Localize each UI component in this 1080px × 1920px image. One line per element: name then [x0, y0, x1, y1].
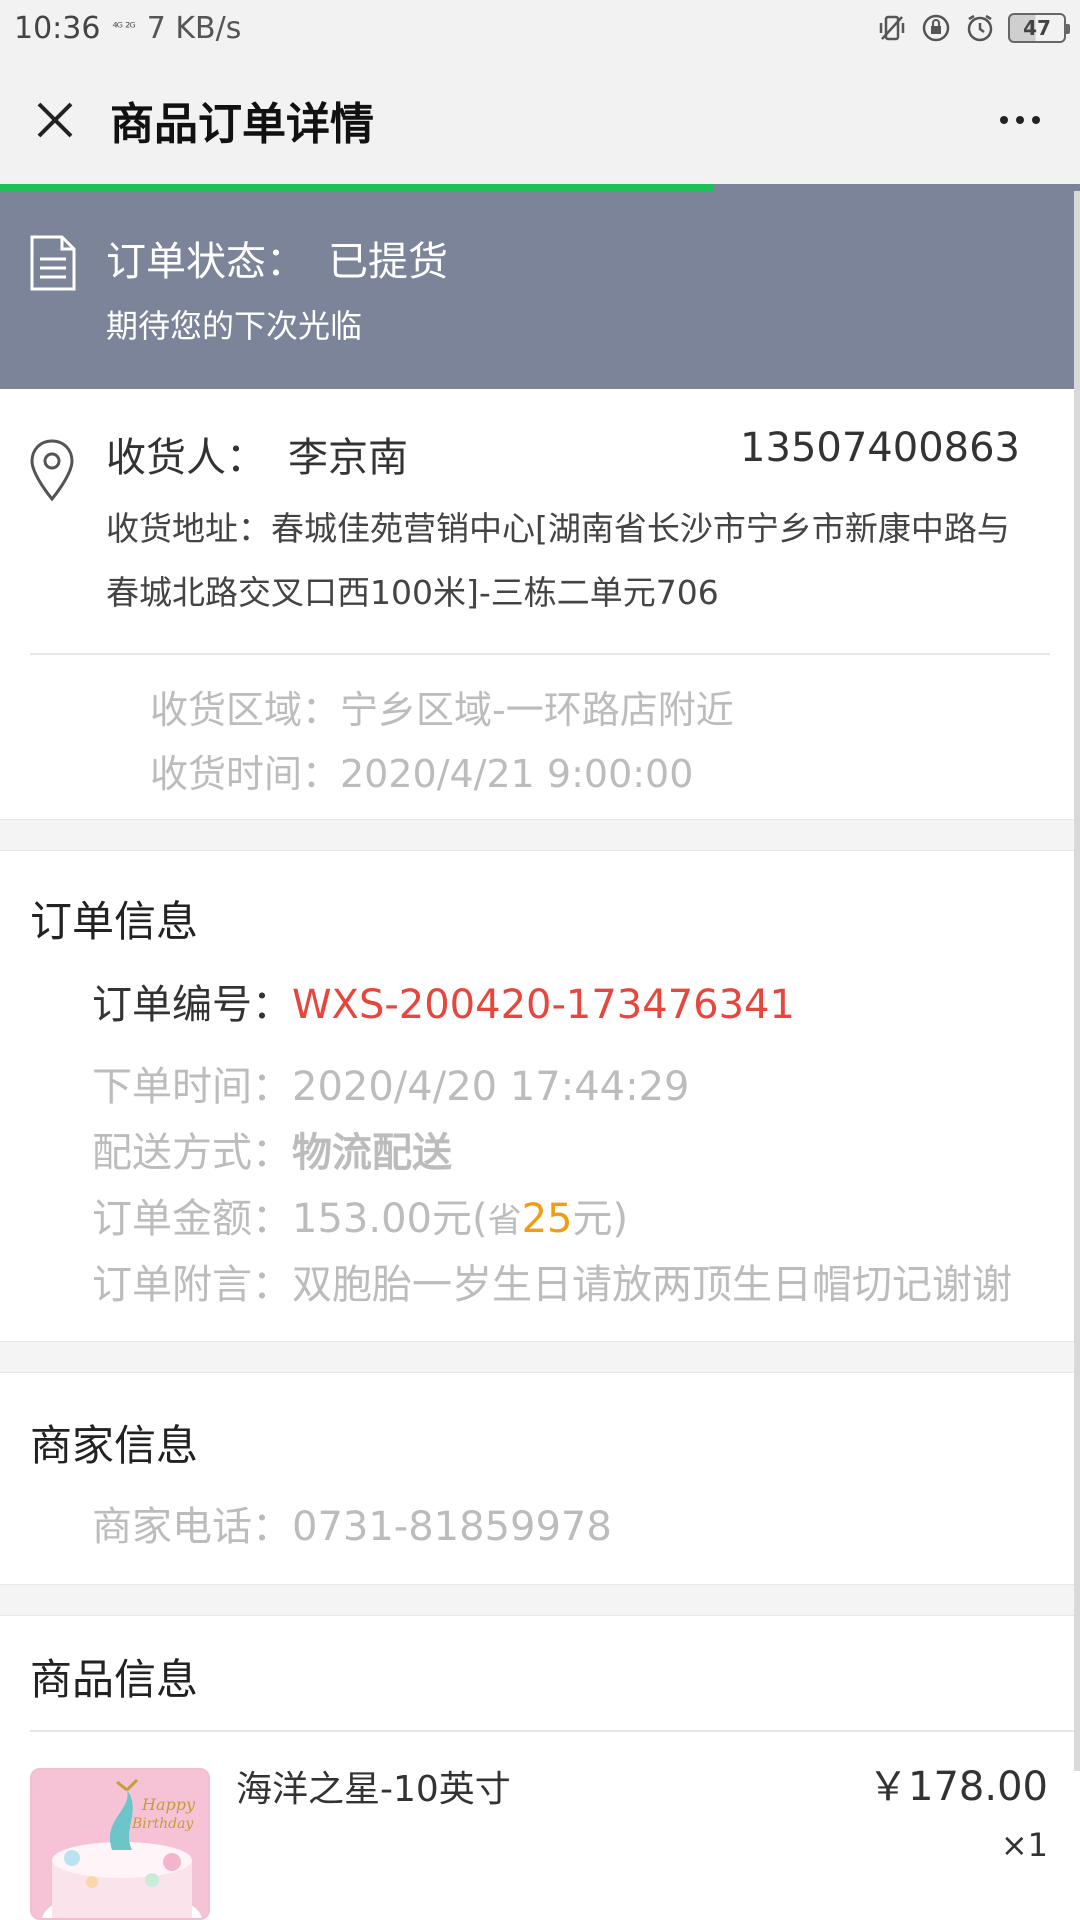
- order-amount-row: 订单金额：153.00元(省25元): [92, 1186, 628, 1244]
- title-bar: 商品订单详情: [0, 56, 1080, 184]
- order-info-title: 订单信息: [30, 897, 199, 946]
- product-name: 海洋之星-10英寸: [236, 1769, 511, 1810]
- order-time: 2020/4/20 17:44:29: [292, 1064, 690, 1110]
- clock: 10:36: [14, 10, 101, 46]
- svg-text:Happy: Happy: [141, 1795, 196, 1814]
- scrollbar[interactable]: [1074, 191, 1080, 1771]
- delivery-method-label: 配送方式：: [92, 1130, 292, 1176]
- order-status-banner: 订单状态： 已提货 期待您的下次光临: [0, 191, 1080, 389]
- receiver-address: 收货地址：春城佳苑营销中心[湖南省长沙市宁乡市新康中路与春城北路交叉口西100米…: [106, 509, 1010, 612]
- more-dot-icon: [1000, 116, 1008, 124]
- receiver-phone[interactable]: 13507400863: [740, 425, 1020, 471]
- product-info-title: 商品信息: [30, 1655, 199, 1704]
- cake-image[interactable]: Happy Birthday: [30, 1768, 210, 1920]
- section-gap: [0, 1584, 1080, 1616]
- more-dot-icon: [1032, 116, 1040, 124]
- more-dot-icon: [1016, 116, 1024, 124]
- battery-icon: 47: [1008, 13, 1070, 43]
- merchant-phone[interactable]: 0731-81859978: [292, 1504, 612, 1550]
- document-icon: [30, 235, 76, 291]
- save-suffix: 元): [572, 1196, 629, 1242]
- alarm-icon: [964, 12, 996, 44]
- receiver-label: 收货人：: [106, 435, 266, 481]
- delivery-method: 物流配送: [292, 1130, 452, 1176]
- delivery-region: 收货区域：宁乡区域-一环路店附近: [150, 688, 734, 732]
- location-pin-icon: [30, 439, 74, 502]
- signal-icon: ⁴ᴳ ²ᴳ: [112, 20, 135, 36]
- delivery-time: 收货时间：2020/4/21 9:00:00: [150, 752, 694, 796]
- network-speed: 7 KB/s: [146, 10, 242, 46]
- close-button[interactable]: [0, 56, 110, 184]
- order-note: 双胞胎一岁生日请放两顶生日帽切记谢谢: [292, 1262, 1012, 1308]
- more-options-button[interactable]: [960, 56, 1080, 184]
- save-prefix: 省: [487, 1201, 522, 1241]
- divider: [30, 1730, 1080, 1732]
- order-status-label: 订单状态：: [106, 239, 306, 285]
- merchant-phone-label: 商家电话：: [92, 1504, 292, 1550]
- page-load-progress: [0, 184, 1080, 191]
- delivery-address-section: 收货人： 李京南 13507400863 收货地址：春城佳苑营销中心[湖南省长沙市…: [0, 389, 1080, 819]
- vibrate-icon: [876, 12, 908, 44]
- page-title: 商品订单详情: [110, 99, 374, 150]
- product-price: ￥178.00: [868, 1764, 1048, 1810]
- page-load-progress-fill: [0, 184, 713, 191]
- save-amount: 25: [521, 1196, 573, 1242]
- order-amount: 153.00元(: [292, 1196, 488, 1242]
- merchant-phone-row: 商家电话：0731-81859978: [92, 1494, 612, 1552]
- merchant-info-title: 商家信息: [30, 1421, 199, 1470]
- system-status-bar: 10:36 ⁴ᴳ ²ᴳ 7 KB/s 47: [0, 0, 1080, 56]
- order-note-label: 订单附言：: [92, 1262, 292, 1308]
- order-status-subtitle: 期待您的下次光临: [106, 307, 363, 345]
- order-number-label: 订单编号：: [92, 982, 292, 1028]
- order-number[interactable]: WXS-200420-173476341: [292, 982, 795, 1028]
- section-gap: [0, 819, 1080, 851]
- order-status-value: 已提货: [328, 239, 448, 285]
- divider: [30, 653, 1050, 655]
- order-time-label: 下单时间：: [92, 1064, 292, 1110]
- svg-text:Birthday: Birthday: [131, 1816, 194, 1832]
- receiver-name: 李京南: [288, 435, 408, 481]
- product-quantity: ×1: [1000, 1826, 1048, 1864]
- order-time-row: 下单时间：2020/4/20 17:44:29: [92, 1054, 689, 1112]
- receiver: 收货人： 李京南: [106, 425, 408, 483]
- delivery-method-row: 配送方式：物流配送: [92, 1120, 452, 1178]
- close-icon: [37, 102, 73, 138]
- rotation-lock-icon: [920, 12, 952, 44]
- order-status: 订单状态： 已提货: [106, 229, 448, 287]
- order-amount-label: 订单金额：: [92, 1196, 292, 1242]
- section-gap: [0, 1341, 1080, 1373]
- order-number-row: 订单编号：WXS-200420-173476341: [92, 972, 795, 1030]
- order-note-row: 订单附言：双胞胎一岁生日请放两顶生日帽切记谢谢: [92, 1252, 1012, 1310]
